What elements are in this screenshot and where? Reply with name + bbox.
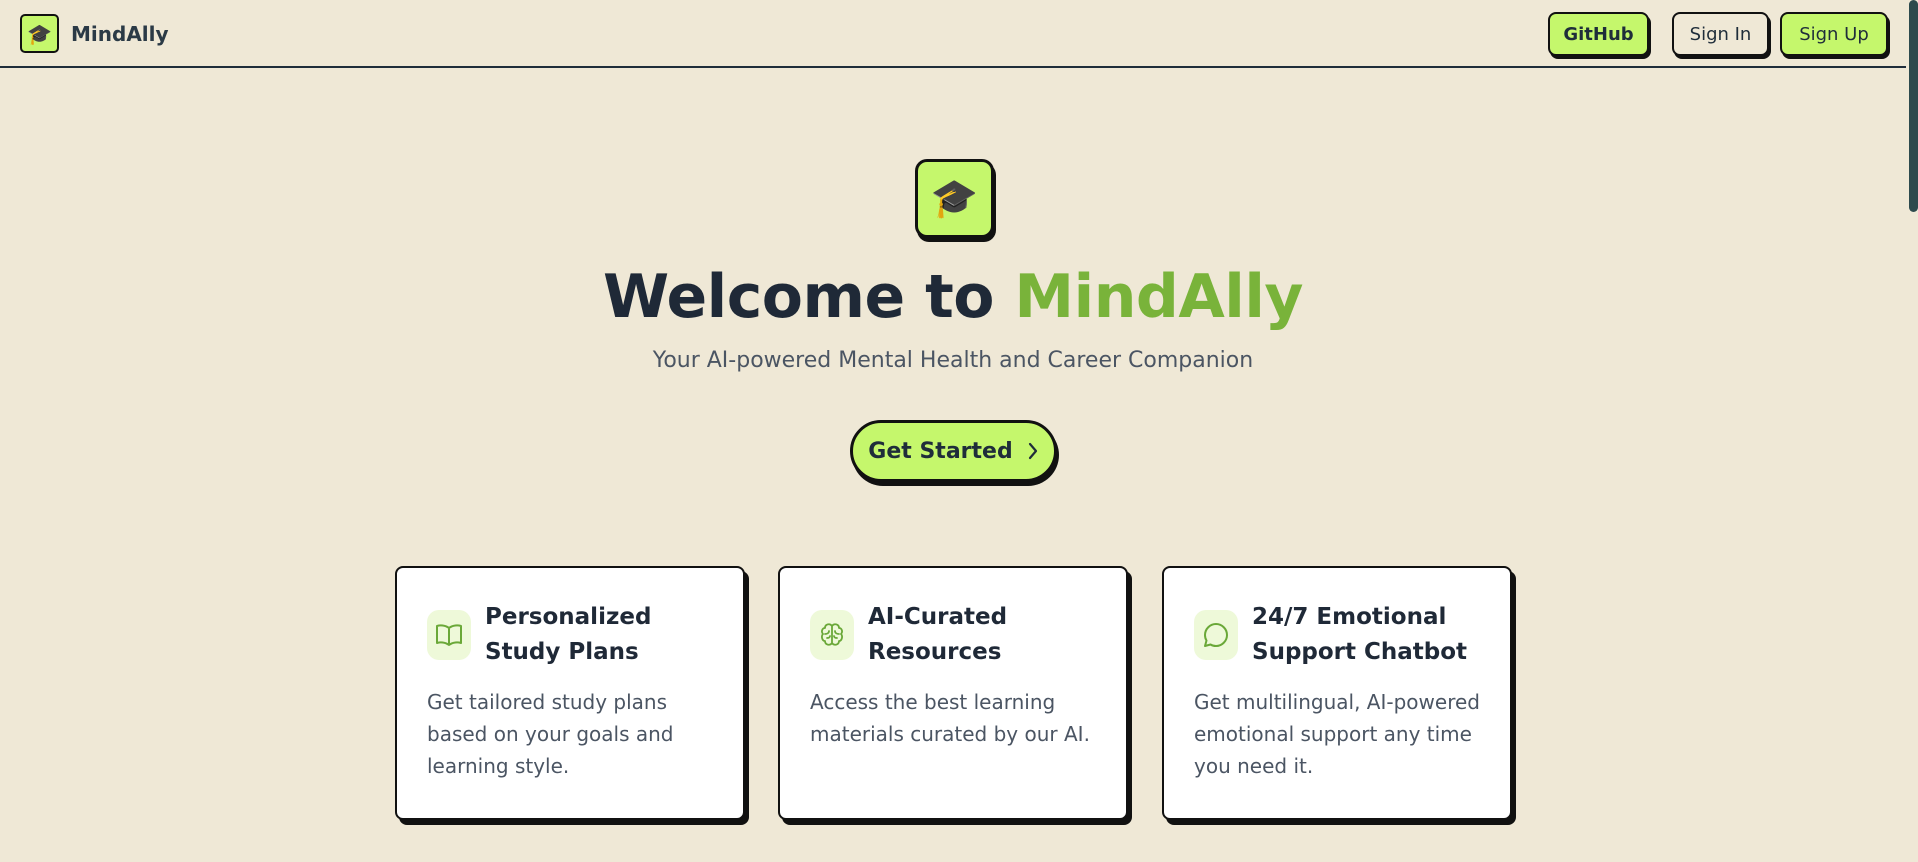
top-nav-bar: 🎓 MindAlly GitHub Sign In Sign Up	[0, 0, 1906, 68]
feature-title: Personalized Study Plans	[485, 604, 652, 665]
chat-bubble-icon	[1194, 610, 1238, 660]
feature-card-resources: AI-Curated Resources Access the best lea…	[778, 566, 1128, 820]
scrollbar-thumb[interactable]	[1909, 0, 1918, 212]
book-icon	[427, 610, 471, 660]
feature-title: 24/7 Emotional Support Chatbot	[1252, 604, 1468, 665]
sign-in-button[interactable]: Sign In	[1672, 12, 1769, 56]
feature-description: Access the best learning materials curat…	[810, 690, 1090, 746]
vertical-scrollbar[interactable]	[1906, 0, 1918, 862]
brain-icon	[810, 610, 854, 660]
graduation-cap-icon: 🎓	[915, 159, 994, 238]
brand-name: MindAlly	[71, 21, 169, 46]
github-button[interactable]: GitHub	[1548, 12, 1649, 56]
feature-card-study-plans: Personalized Study Plans Get tailored st…	[395, 566, 745, 820]
get-started-button[interactable]: Get Started	[850, 420, 1057, 482]
page-subtitle: Your AI-powered Mental Health and Career…	[652, 348, 1254, 373]
chevron-right-icon	[1028, 442, 1037, 460]
title-prefix: Welcome to	[602, 262, 1015, 332]
feature-description: Get tailored study plans based on your g…	[427, 690, 674, 778]
feature-description: Get multilingual, AI-powered emotional s…	[1194, 690, 1480, 778]
brand[interactable]: 🎓 MindAlly	[20, 14, 169, 53]
feature-title: AI-Curated Resources	[868, 604, 1008, 665]
graduation-cap-icon: 🎓	[20, 14, 59, 53]
title-accent: MindAlly	[1014, 262, 1304, 332]
page-title: Welcome to MindAlly	[0, 262, 1906, 332]
feature-card-chatbot: 24/7 Emotional Support Chatbot Get multi…	[1162, 566, 1512, 820]
sign-up-button[interactable]: Sign Up	[1780, 12, 1888, 56]
get-started-label: Get Started	[868, 438, 1013, 464]
